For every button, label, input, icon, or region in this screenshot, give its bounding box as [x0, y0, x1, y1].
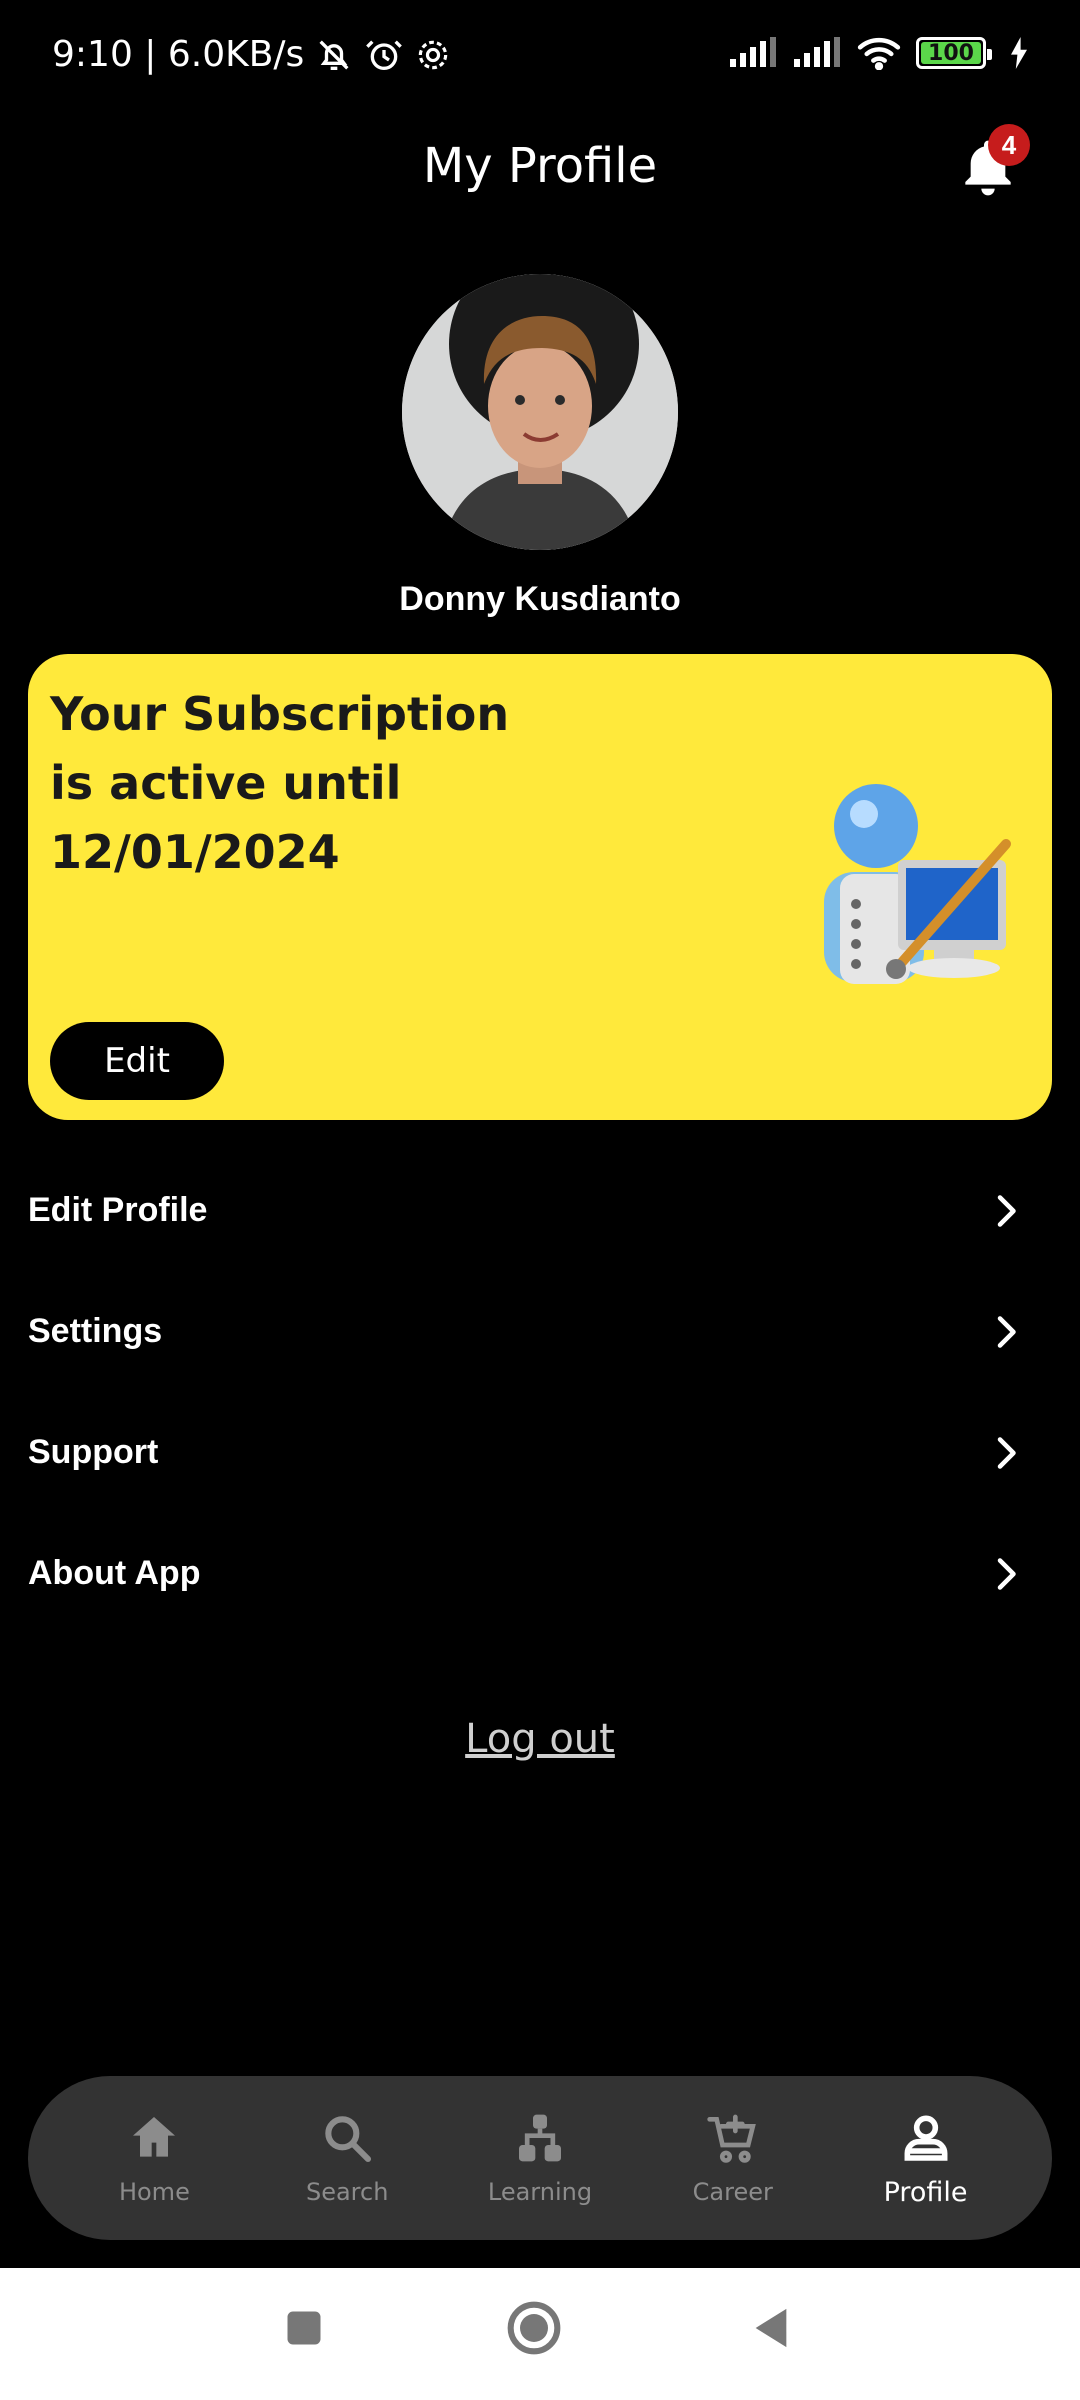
alarm-icon	[364, 35, 404, 75]
home-icon	[133, 2117, 176, 2157]
status-left: 9:10 | 6.0KB/s	[52, 34, 452, 75]
nav-label: Profile	[883, 2176, 968, 2208]
subscription-text: Your Subscription is active until 12/01/…	[50, 680, 650, 887]
chevron-right-icon	[997, 1557, 1016, 1590]
nav-item-learning[interactable]: Learning	[455, 2110, 625, 2206]
user-name: Donny Kusdianto	[399, 580, 681, 618]
status-bar: 9:10 | 6.0KB/s 100	[0, 0, 1080, 110]
menu-item-support[interactable]: Support	[0, 1392, 1080, 1513]
status-right: 100	[728, 36, 1030, 70]
menu-item-about-app[interactable]: About App	[0, 1513, 1080, 1634]
logout-link[interactable]: Log out	[0, 1716, 1080, 1762]
profile-menu: Edit Profile Settings Support About App	[0, 1150, 1080, 1634]
system-nav-bar	[0, 2268, 1080, 2400]
back-triangle-icon[interactable]	[748, 2304, 794, 2357]
menu-item-settings[interactable]: Settings	[0, 1271, 1080, 1392]
home-circle-icon[interactable]	[506, 2300, 562, 2361]
menu-item-label: About App	[28, 1554, 201, 1592]
user-computer-illustration-icon	[806, 774, 1016, 984]
search-icon	[325, 2116, 372, 2163]
app-header: My Profile 4	[0, 120, 1080, 220]
nav-item-profile[interactable]: Profile	[841, 2109, 1011, 2208]
menu-item-label: Edit Profile	[28, 1191, 208, 1229]
nav-label: Search	[305, 2178, 389, 2206]
charging-icon	[1008, 37, 1030, 69]
nav-item-career[interactable]: Career	[648, 2110, 818, 2206]
bell-off-icon	[314, 35, 354, 75]
subscription-date: 12/01/2024	[50, 825, 340, 879]
subscription-line-2: is active until	[50, 756, 402, 810]
wifi-icon	[856, 36, 902, 70]
subscription-line-1: Your Subscription	[50, 687, 510, 741]
page-title: My Profile	[422, 138, 658, 194]
signal-icon	[792, 37, 842, 69]
person-icon	[904, 2115, 948, 2161]
chevron-right-icon	[997, 1315, 1016, 1348]
settings-icon	[414, 36, 452, 74]
nav-item-home[interactable]: Home	[69, 2110, 239, 2206]
menu-item-label: Support	[28, 1433, 159, 1471]
nav-label: Learning	[487, 2178, 593, 2206]
battery-level: 100	[928, 40, 974, 66]
subscription-card: Your Subscription is active until 12/01/…	[28, 654, 1052, 1120]
hierarchy-icon	[518, 2114, 561, 2162]
nav-item-search[interactable]: Search	[262, 2110, 432, 2206]
edit-subscription-button[interactable]: Edit	[50, 1022, 224, 1100]
cart-add-icon	[707, 2114, 756, 2163]
notification-badge: 4	[988, 124, 1030, 166]
nav-label: Career	[692, 2178, 773, 2206]
nav-label: Home	[118, 2178, 190, 2206]
recent-apps-icon[interactable]	[282, 2306, 326, 2355]
menu-item-edit-profile[interactable]: Edit Profile	[0, 1150, 1080, 1271]
avatar[interactable]	[402, 274, 678, 550]
bottom-nav: Home Search Learning Career Profile	[28, 2076, 1052, 2240]
status-time-speed: 9:10 | 6.0KB/s	[52, 34, 305, 75]
battery-icon: 100	[916, 37, 992, 69]
chevron-right-icon	[997, 1194, 1016, 1227]
chevron-right-icon	[997, 1436, 1016, 1469]
menu-item-label: Settings	[28, 1312, 163, 1350]
signal-icon	[728, 37, 778, 69]
